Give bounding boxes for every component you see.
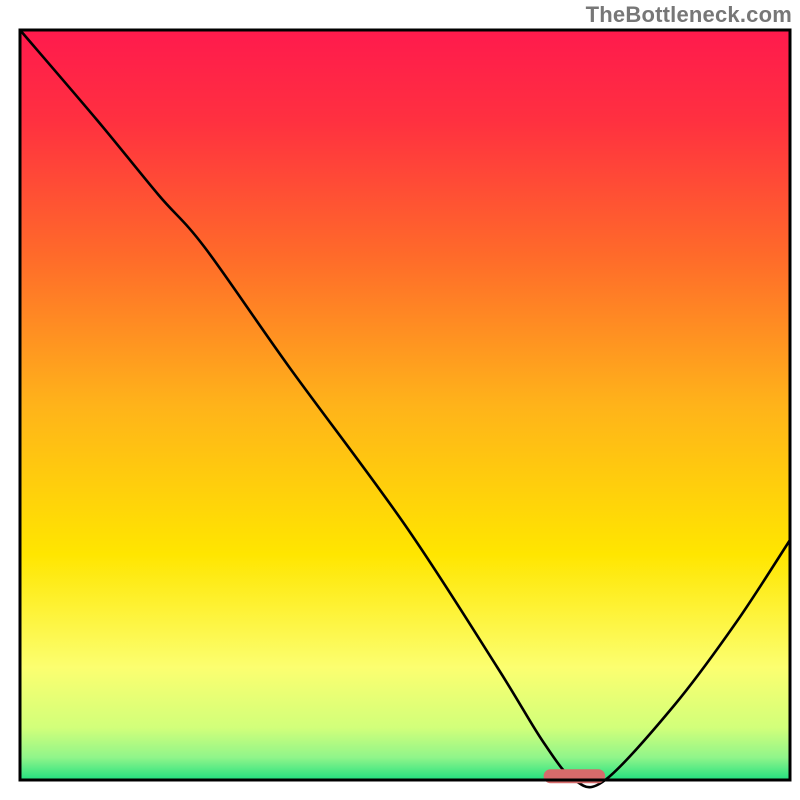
plot-background <box>20 30 790 780</box>
chart-stage: TheBottleneck.com <box>0 0 800 800</box>
bottleneck-chart <box>0 0 800 800</box>
